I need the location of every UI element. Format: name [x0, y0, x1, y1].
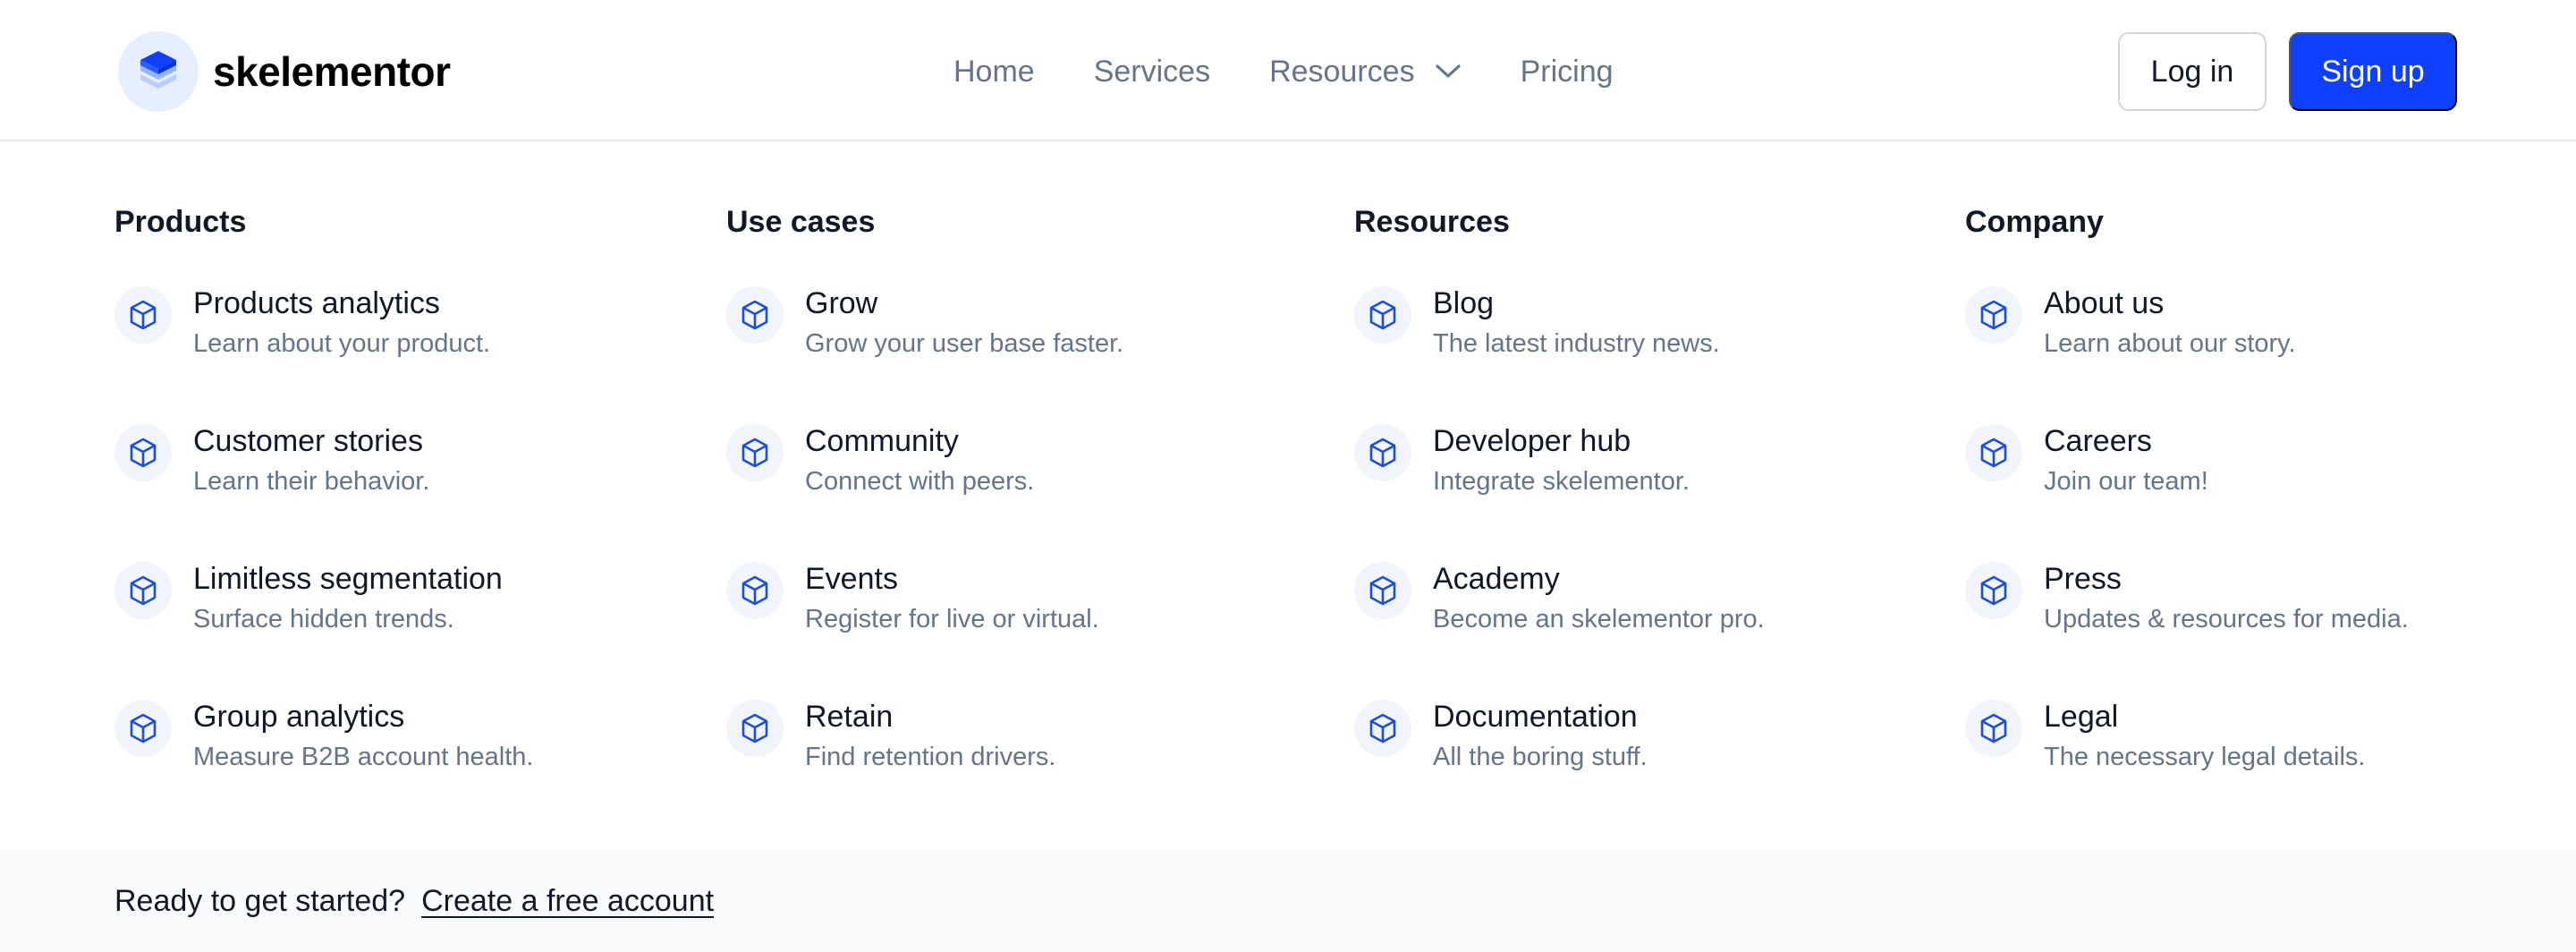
nav-item-home[interactable]: Home — [953, 49, 1035, 94]
menu-item-desc: Learn about our story. — [2044, 329, 2296, 358]
menu-item-documentation[interactable]: Documentation All the boring stuff. — [1354, 700, 1648, 775]
menu-item-desc: The latest industry news. — [1433, 329, 1720, 358]
cube-icon — [1965, 424, 2022, 481]
menu-item-limitless-segmentation[interactable]: Limitless segmentation Surface hidden tr… — [114, 562, 503, 637]
menu-item-customer-stories[interactable]: Customer stories Learn their behavior. — [114, 424, 429, 499]
menu-column-title: Products — [114, 205, 247, 239]
nav-item-label: Home — [953, 54, 1035, 89]
menu-column-products: Products Products analytics Learn about … — [114, 204, 687, 771]
site-header: skelementor Home Services Resources Pric… — [0, 0, 2576, 141]
nav-item-label: Pricing — [1520, 54, 1614, 89]
menu-item-community[interactable]: Community Connect with peers. — [726, 424, 1034, 499]
cta-bar: Ready to get started? Create a free acco… — [0, 850, 2576, 952]
cube-icon — [1965, 562, 2022, 619]
menu-item-press[interactable]: Press Updates & resources for media. — [1965, 562, 2409, 637]
cube-icon — [1354, 286, 1411, 344]
menu-item-title: About us — [2044, 286, 2165, 320]
layers-icon — [118, 31, 199, 112]
menu-item-title: Documentation — [1433, 700, 1638, 734]
cube-icon — [1965, 700, 2022, 757]
cta-text: Ready to get started? — [114, 883, 406, 918]
menu-item-desc: The necessary legal details. — [2044, 743, 2366, 771]
menu-item-products-analytics[interactable]: Products analytics Learn about your prod… — [114, 286, 490, 361]
nav-item-pricing[interactable]: Pricing — [1521, 49, 1614, 94]
login-button[interactable]: Log in — [2118, 32, 2267, 111]
menu-column-title: Resources — [1354, 205, 1510, 239]
menu-item-retain[interactable]: Retain Find retention drivers. — [726, 700, 1055, 775]
cube-icon — [114, 700, 172, 757]
menu-item-desc: Become an skelementor pro. — [1433, 605, 1765, 633]
menu-item-desc: Surface hidden trends. — [193, 605, 454, 633]
menu-item-title: Legal — [2044, 700, 2119, 734]
menu-item-title: Academy — [1433, 562, 1560, 596]
nav-item-services[interactable]: Services — [1094, 49, 1210, 94]
cube-icon — [1354, 700, 1411, 757]
menu-item-title: Community — [805, 424, 959, 458]
menu-item-desc: Learn about your product. — [193, 329, 491, 358]
menu-item-desc: Register for live or virtual. — [805, 605, 1099, 633]
brand-name: skelementor — [213, 48, 451, 95]
menu-item-desc: Learn their behavior. — [193, 467, 430, 496]
menu-item-title: Group analytics — [193, 700, 405, 734]
menu-item-title: Events — [805, 562, 898, 596]
menu-item-title: Grow — [805, 286, 878, 320]
menu-item-title: Careers — [2044, 424, 2152, 458]
menu-item-desc: Measure B2B account health. — [193, 743, 534, 771]
menu-column-title: Use cases — [726, 205, 876, 239]
menu-item-about-us[interactable]: About us Learn about our story. — [1965, 286, 2296, 361]
menu-item-desc: Connect with peers. — [805, 467, 1035, 496]
menu-item-developer-hub[interactable]: Developer hub Integrate skelementor. — [1354, 424, 1690, 499]
menu-column-use-cases: Use cases Grow Grow your user base faste… — [726, 204, 1299, 771]
menu-item-desc: All the boring stuff. — [1433, 743, 1648, 771]
cube-icon — [1354, 562, 1411, 619]
cube-icon — [726, 562, 784, 619]
menu-item-title: Developer hub — [1433, 424, 1631, 458]
menu-item-desc: Join our team! — [2044, 467, 2208, 496]
menu-item-title: Products analytics — [193, 286, 440, 320]
cube-icon — [1354, 424, 1411, 481]
chevron-down-icon — [1435, 64, 1462, 80]
nav-item-label: Resources — [1269, 54, 1415, 89]
menu-item-careers[interactable]: Careers Join our team! — [1965, 424, 2208, 499]
menu-item-legal[interactable]: Legal The necessary legal details. — [1965, 700, 2365, 775]
cube-icon — [1965, 286, 2022, 344]
menu-item-title: Limitless segmentation — [193, 562, 503, 596]
menu-item-title: Retain — [805, 700, 894, 734]
signup-button[interactable]: Sign up — [2289, 32, 2457, 111]
menu-item-grow[interactable]: Grow Grow your user base faster. — [726, 286, 1123, 361]
menu-item-desc: Find retention drivers. — [805, 743, 1056, 771]
cube-icon — [114, 562, 172, 619]
nav-item-label: Services — [1093, 54, 1211, 89]
menu-item-desc: Updates & resources for media. — [2044, 605, 2409, 633]
cube-icon — [726, 424, 784, 481]
menu-item-title: Blog — [1433, 286, 1495, 320]
cube-icon — [726, 286, 784, 344]
menu-column-resources: Resources Blog The latest industry news.… — [1354, 204, 1927, 771]
cube-icon — [114, 286, 172, 344]
cube-icon — [114, 424, 172, 481]
create-account-link[interactable]: Create a free account — [421, 884, 714, 919]
menu-column-title: Company — [1965, 205, 2104, 239]
nav-item-resources[interactable]: Resources — [1269, 49, 1462, 94]
brand-logo[interactable]: skelementor — [118, 31, 451, 112]
menu-item-desc: Integrate skelementor. — [1433, 467, 1690, 496]
menu-item-blog[interactable]: Blog The latest industry news. — [1354, 286, 1720, 361]
resources-mega-menu: Products Products analytics Learn about … — [0, 141, 2576, 850]
cube-icon — [726, 700, 784, 757]
menu-item-title: Customer stories — [193, 424, 423, 458]
menu-item-events[interactable]: Events Register for live or virtual. — [726, 562, 1099, 637]
menu-column-company: Company About us Learn about our story. … — [1965, 204, 2538, 771]
menu-item-desc: Grow your user base faster. — [805, 329, 1124, 358]
menu-item-group-analytics[interactable]: Group analytics Measure B2B account heal… — [114, 700, 533, 775]
menu-item-academy[interactable]: Academy Become an skelementor pro. — [1354, 562, 1765, 637]
menu-item-title: Press — [2044, 562, 2122, 596]
main-nav: Home Services Resources Pricing — [953, 49, 1614, 94]
